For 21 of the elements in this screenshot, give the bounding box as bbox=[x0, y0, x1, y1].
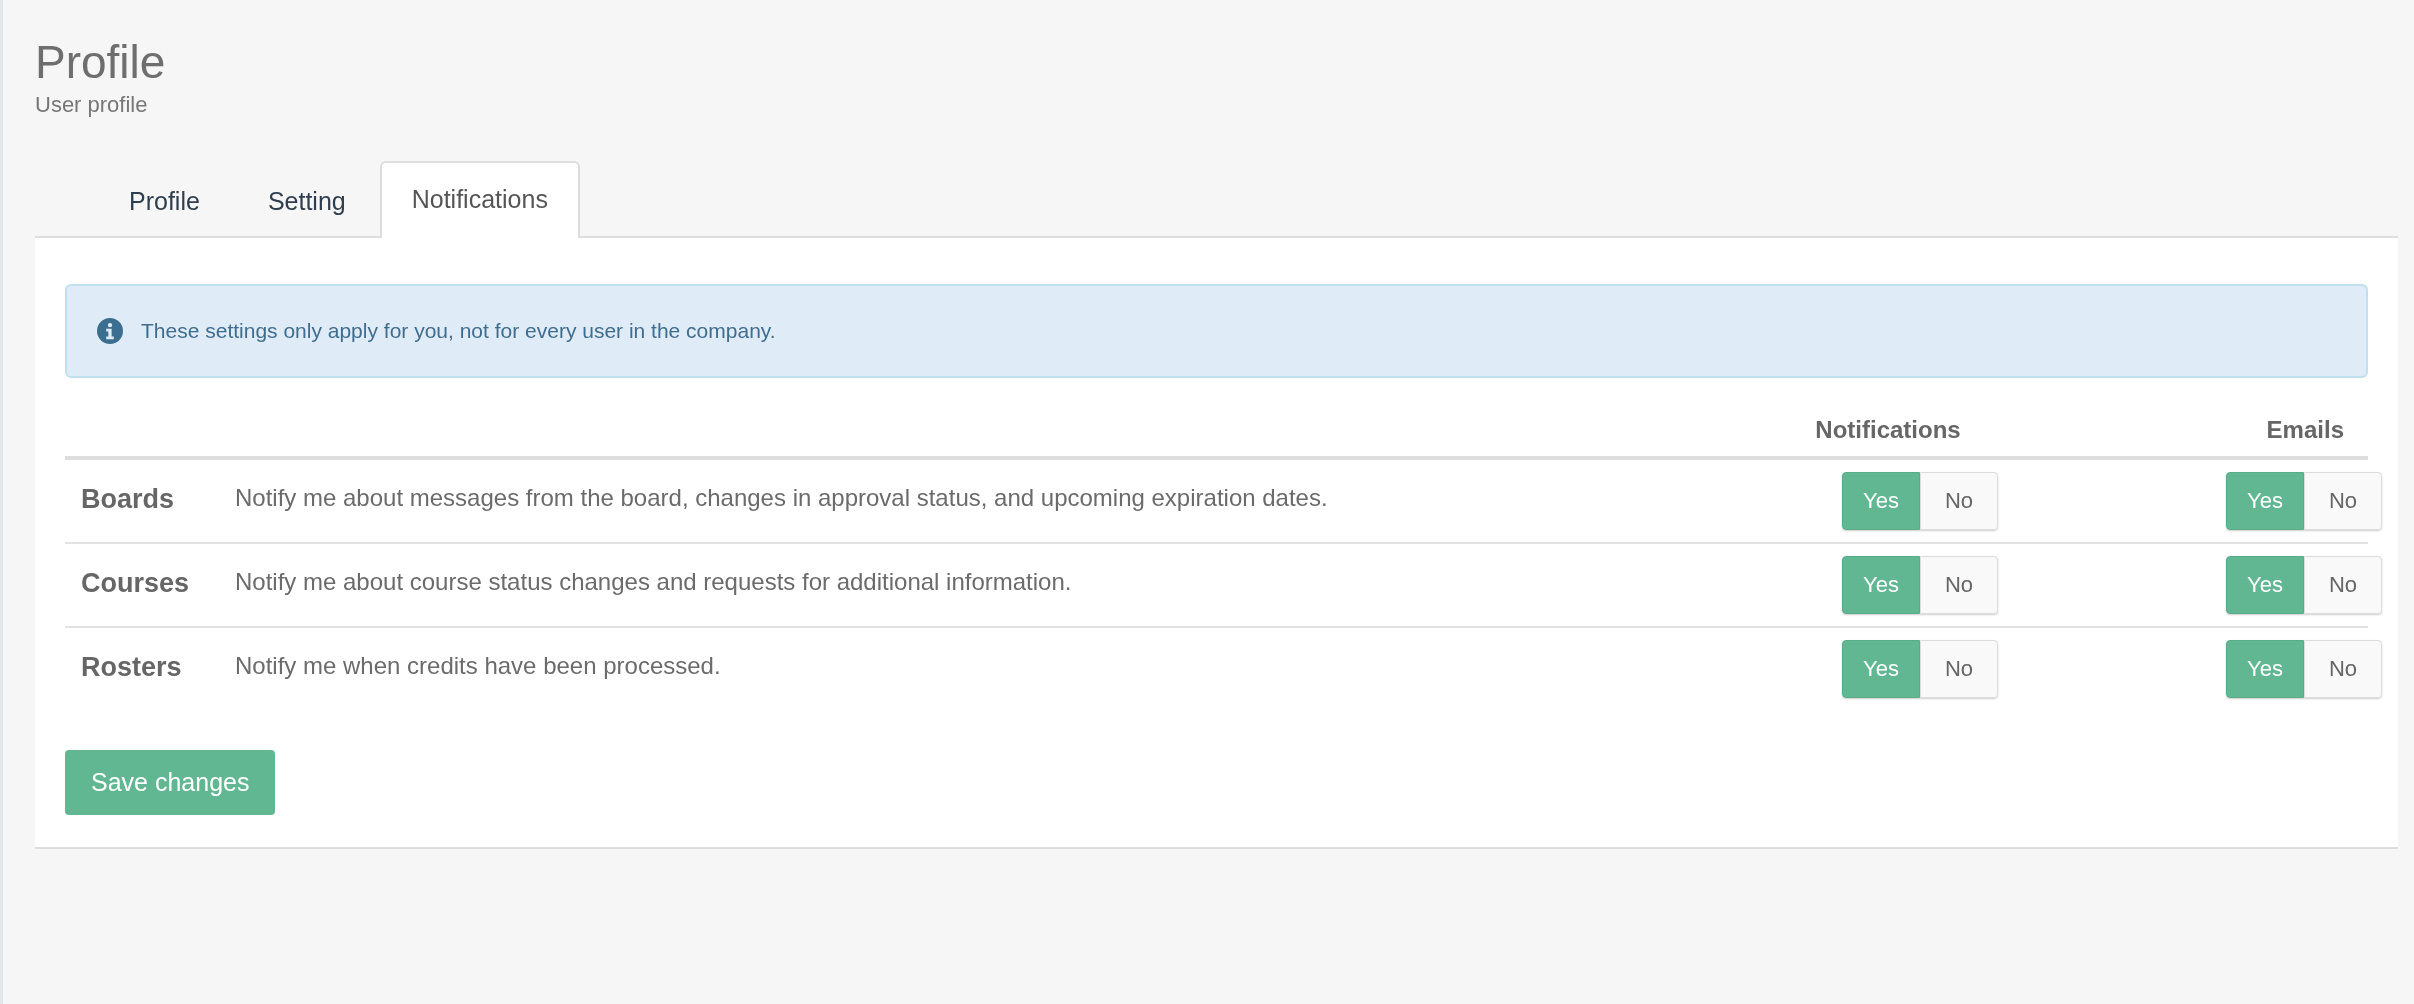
toggle-option[interactable]: No bbox=[2304, 472, 2382, 530]
row-description: Notify me when credits have been processed. bbox=[235, 651, 722, 680]
page-title: Profile bbox=[35, 35, 167, 90]
tab[interactable]: Notifications bbox=[379, 161, 580, 238]
toggle-option[interactable]: No bbox=[1920, 472, 1998, 530]
row-description: Notify me about course status changes and requests for additional information. bbox=[235, 567, 1073, 596]
tab[interactable]: Setting bbox=[233, 163, 380, 238]
toggle-option[interactable]: No bbox=[2304, 640, 2382, 698]
row-label: Boards bbox=[80, 483, 176, 515]
column-header: Emails bbox=[2265, 416, 2345, 444]
row-label: Courses bbox=[80, 567, 191, 599]
toggle-option[interactable]: No bbox=[1920, 556, 1998, 614]
toggle-option[interactable]: No bbox=[2304, 556, 2382, 614]
tab[interactable]: Profile bbox=[95, 163, 234, 238]
page-subtitle: User profile bbox=[35, 92, 149, 118]
row-label: Rosters bbox=[80, 651, 183, 683]
toggle-option[interactable]: No bbox=[1920, 640, 1998, 698]
info-icon bbox=[97, 318, 123, 344]
column-header: Notifications bbox=[1814, 416, 1962, 444]
alert-message: These settings only apply for you, not for every user in the company. bbox=[141, 319, 776, 343]
row-description: Notify me about messages from the board, changes in approval status, and upcoming expiration dates. bbox=[235, 483, 1329, 512]
